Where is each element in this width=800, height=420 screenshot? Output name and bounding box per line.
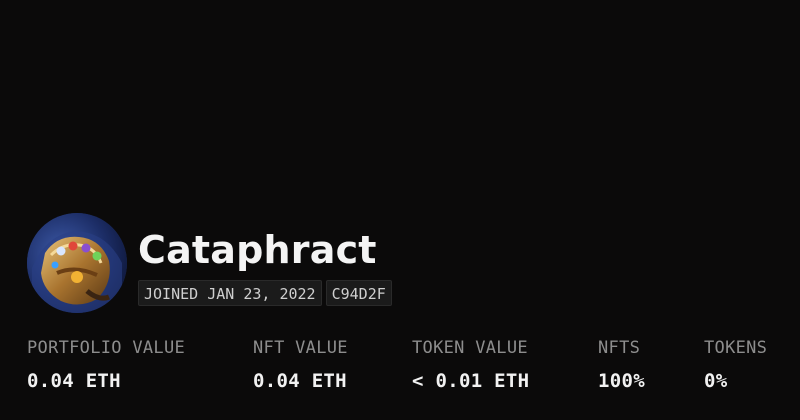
- profile-name: Cataphract: [138, 228, 377, 272]
- profile-tags: JOINED JAN 23, 2022 C94D2F: [138, 280, 392, 306]
- stat-nft-value: NFT VALUE 0.04 ETH: [253, 337, 348, 393]
- stat-token-value: TOKEN VALUE < 0.01 ETH: [412, 337, 529, 393]
- stat-value: 0.04 ETH: [27, 370, 121, 392]
- profile-card: Cataphract JOINED JAN 23, 2022 C94D2F PO…: [0, 0, 800, 420]
- stat-nfts: NFTS 100%: [598, 337, 645, 393]
- stat-value: < 0.01 ETH: [412, 370, 530, 392]
- stat-label: PORTFOLIO VALUE: [27, 338, 186, 358]
- stat-label: NFT VALUE: [253, 338, 348, 358]
- stat-value: 0%: [704, 370, 728, 392]
- stat-tokens: TOKENS 0%: [704, 337, 767, 393]
- stat-label: TOKENS: [704, 338, 768, 358]
- joined-badge: JOINED JAN 23, 2022: [138, 280, 322, 306]
- color-code-badge: C94D2F: [325, 280, 392, 306]
- stat-value: 0.04 ETH: [253, 370, 347, 392]
- stat-value: 100%: [598, 370, 645, 392]
- gauntlet-avatar-icon: [27, 213, 127, 313]
- stat-label: NFTS: [598, 338, 641, 358]
- stat-portfolio-value: PORTFOLIO VALUE 0.04 ETH: [27, 337, 185, 393]
- avatar[interactable]: [27, 213, 127, 313]
- stat-label: TOKEN VALUE: [412, 338, 528, 358]
